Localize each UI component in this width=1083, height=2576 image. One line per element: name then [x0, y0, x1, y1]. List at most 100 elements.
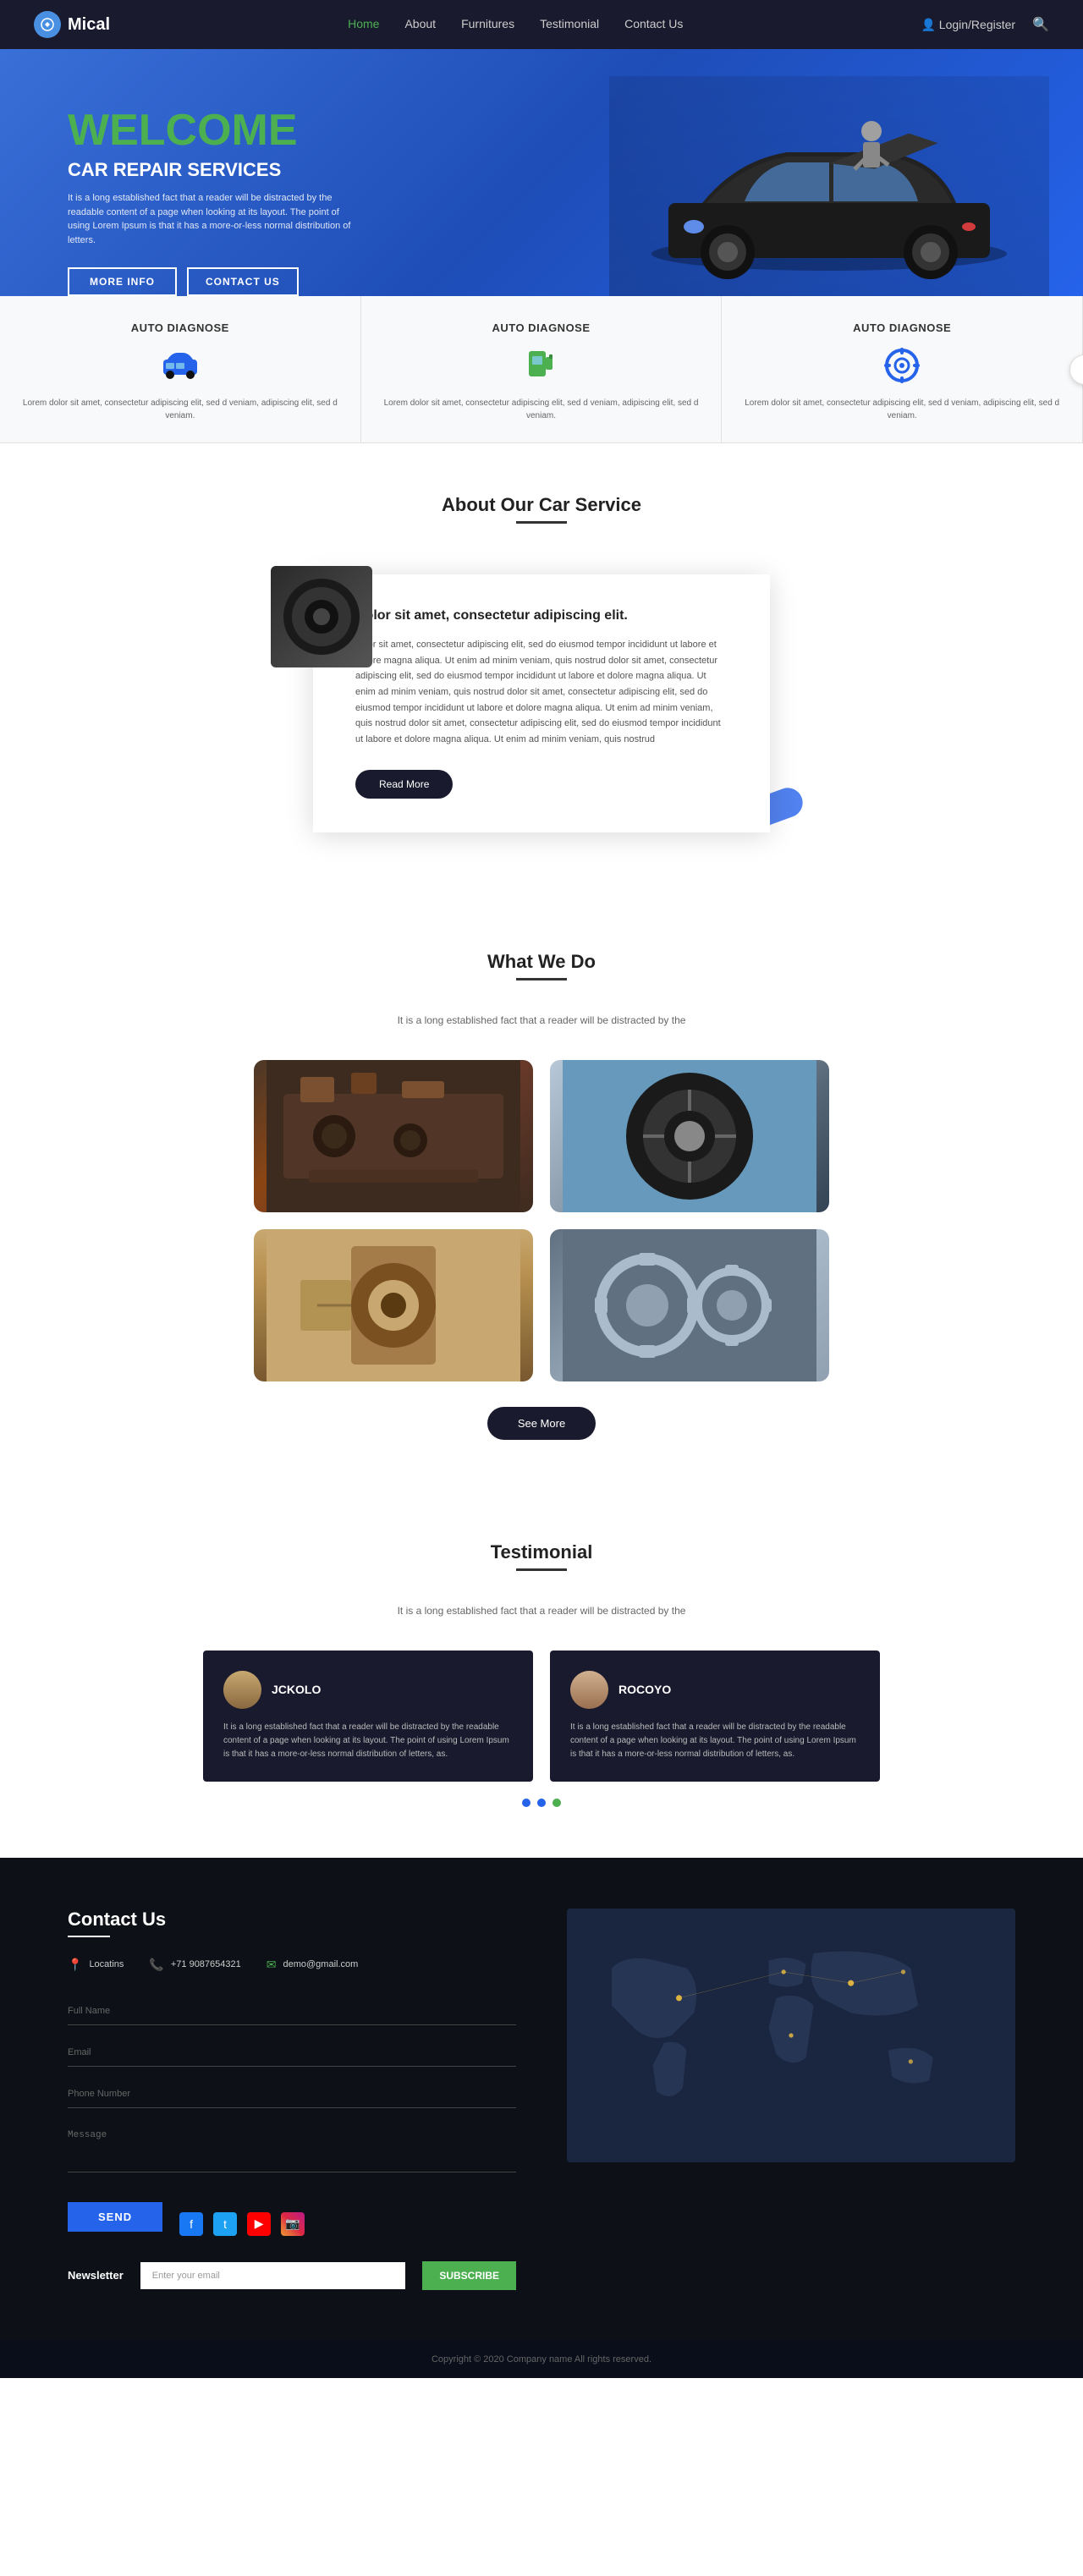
message-input[interactable]	[68, 2122, 516, 2172]
testimonial-grid: JCKOLO It is a long established fact tha…	[203, 1651, 880, 1782]
subscribe-button[interactable]: SUBSCRIBE	[422, 2261, 516, 2290]
contact-button[interactable]: CONTACT US	[187, 267, 299, 296]
testimonial-header-2: ROCOYO	[570, 1671, 860, 1709]
testimonial-description: It is a long established fact that a rea…	[68, 1605, 1015, 1617]
testimonial-header-1: JCKOLO	[223, 1671, 513, 1709]
footer: Copyright © 2020 Company name All rights…	[0, 2341, 1083, 2378]
testimonial-card-2: ROCOYO It is a long established fact tha…	[550, 1651, 880, 1782]
service-card-3: AUTO DIAGNOSE Lorem dolor sit amet, cons…	[722, 296, 1083, 442]
about-card-body: dolor sit amet, consectetur adipiscing e…	[355, 637, 728, 748]
what-we-do-section: What We Do It is a long established fact…	[0, 900, 1083, 1491]
contact-form	[68, 1997, 516, 2190]
more-info-button[interactable]: MORE INFO	[68, 267, 177, 296]
service-icon-fuel	[520, 344, 563, 387]
testimonial-text-2: It is a long established fact that a rea…	[570, 1721, 860, 1761]
dot-1[interactable]	[522, 1799, 531, 1807]
newsletter-label: Newsletter	[68, 2269, 124, 2282]
gallery-item-gears	[550, 1229, 829, 1381]
see-more-button[interactable]: See More	[487, 1407, 596, 1440]
social-icons: f t ▶ 📷	[179, 2212, 305, 2236]
navigation: Mical Home About Furnitures Testimonial …	[0, 0, 1083, 49]
dot-2[interactable]	[537, 1799, 546, 1807]
testimonial-avatar-1	[223, 1671, 261, 1709]
gallery-item-brake	[254, 1229, 533, 1381]
search-icon[interactable]: 🔍	[1032, 16, 1049, 33]
what-title-underline	[516, 978, 567, 980]
gallery-item-tire	[550, 1060, 829, 1212]
about-section: About Our Car Service Dolor sit amet, co…	[0, 443, 1083, 900]
testimonial-card-1: JCKOLO It is a long established fact tha…	[203, 1651, 533, 1782]
service-icon-car	[159, 344, 201, 387]
what-we-do-title: What We Do	[68, 951, 1015, 973]
nav-home[interactable]: Home	[348, 17, 379, 30]
car-illustration	[618, 93, 1041, 296]
nav-about[interactable]: About	[404, 17, 436, 30]
full-name-input[interactable]	[68, 1997, 516, 2025]
nav-links: Home About Furnitures Testimonial Contac…	[348, 17, 683, 32]
email-input[interactable]	[68, 2039, 516, 2067]
hero-section: WELCOME CAR REPAIR SERVICES It is a long…	[0, 49, 1083, 296]
nav-login-register[interactable]: 👤 Login/Register	[921, 18, 1015, 32]
testimonial-text-1: It is a long established fact that a rea…	[223, 1721, 513, 1761]
contact-section: Contact Us 📍 Locatins 📞 +71 9087654321 ✉…	[0, 1858, 1083, 2341]
testimonial-avatar-2	[570, 1671, 608, 1709]
about-card-title: Dolor sit amet, consectetur adipiscing e…	[355, 608, 728, 623]
service-card-1: AUTO DIAGNOSE Lorem dolor sit amet, cons…	[0, 296, 361, 442]
nav-testimonial[interactable]: Testimonial	[540, 17, 599, 30]
about-card: Dolor sit amet, consectetur adipiscing e…	[313, 574, 770, 832]
testimonial-name-1: JCKOLO	[272, 1683, 321, 1696]
nav-contact[interactable]: Contact Us	[624, 17, 683, 30]
location-icon: 📍	[68, 1958, 82, 1972]
about-title-underline	[516, 521, 567, 524]
twitter-icon[interactable]: t	[213, 2212, 237, 2236]
hero-description: It is a long established fact that a rea…	[68, 191, 355, 247]
testimonial-name-2: ROCOYO	[618, 1683, 671, 1696]
service-title-2: AUTO DIAGNOSE	[382, 321, 701, 334]
service-desc-1: Lorem dolor sit amet, consectetur adipis…	[20, 397, 340, 422]
contact-phone: 📞 +71 9087654321	[149, 1958, 240, 1972]
testimonial-title: Testimonial	[68, 1541, 1015, 1563]
what-we-do-description: It is a long established fact that a rea…	[68, 1014, 1015, 1026]
form-actions: SEND f t ▶ 📷	[68, 2199, 516, 2236]
logo-text: Mical	[68, 15, 110, 35]
contact-layout: Contact Us 📍 Locatins 📞 +71 9087654321 ✉…	[68, 1909, 1015, 2290]
contact-location: 📍 Locatins	[68, 1958, 124, 1972]
contact-email-text: demo@gmail.com	[283, 1959, 359, 1969]
newsletter-input[interactable]	[140, 2262, 406, 2289]
service-card-2: AUTO DIAGNOSE Lorem dolor sit amet, cons…	[361, 296, 723, 442]
services-strip: AUTO DIAGNOSE Lorem dolor sit amet, cons…	[0, 296, 1083, 443]
contact-right	[567, 1909, 1015, 2290]
contact-email: ✉ demo@gmail.com	[267, 1958, 359, 1972]
read-more-button[interactable]: Read More	[355, 770, 453, 799]
contact-phone-text: +71 9087654321	[171, 1959, 241, 1969]
hero-car-image	[609, 76, 1049, 296]
avatar-image-2	[570, 1671, 608, 1709]
logo[interactable]: Mical	[34, 11, 110, 38]
contact-left: Contact Us 📍 Locatins 📞 +71 9087654321 ✉…	[68, 1909, 516, 2290]
phone-icon: 📞	[149, 1958, 163, 1972]
service-desc-2: Lorem dolor sit amet, consectetur adipis…	[382, 397, 701, 422]
phone-input[interactable]	[68, 2080, 516, 2108]
contact-location-text: Locatins	[89, 1959, 124, 1969]
instagram-icon[interactable]: 📷	[281, 2212, 305, 2236]
gallery-grid	[254, 1060, 829, 1381]
send-button[interactable]: SEND	[68, 2202, 162, 2232]
service-title-1: AUTO DIAGNOSE	[20, 321, 340, 334]
world-map	[567, 1909, 1015, 2162]
dot-3[interactable]	[552, 1799, 561, 1807]
about-card-image	[271, 566, 372, 667]
service-desc-3: Lorem dolor sit amet, consectetur adipis…	[742, 397, 1062, 422]
facebook-icon[interactable]: f	[179, 2212, 203, 2236]
email-icon: ✉	[267, 1958, 277, 1972]
contact-underline	[68, 1936, 110, 1937]
newsletter-row: Newsletter SUBSCRIBE	[68, 2261, 516, 2290]
nav-furnitures[interactable]: Furnitures	[461, 17, 514, 30]
testimonial-dots	[68, 1799, 1015, 1807]
nav-right: 👤 Login/Register 🔍	[921, 16, 1049, 33]
testimonial-section: Testimonial It is a long established fac…	[0, 1491, 1083, 1858]
contact-title: Contact Us	[68, 1909, 516, 1931]
contact-info-row: 📍 Locatins 📞 +71 9087654321 ✉ demo@gmail…	[68, 1958, 516, 1972]
avatar-image-1	[223, 1671, 261, 1709]
youtube-icon[interactable]: ▶	[247, 2212, 271, 2236]
about-section-title: About Our Car Service	[68, 494, 1015, 516]
